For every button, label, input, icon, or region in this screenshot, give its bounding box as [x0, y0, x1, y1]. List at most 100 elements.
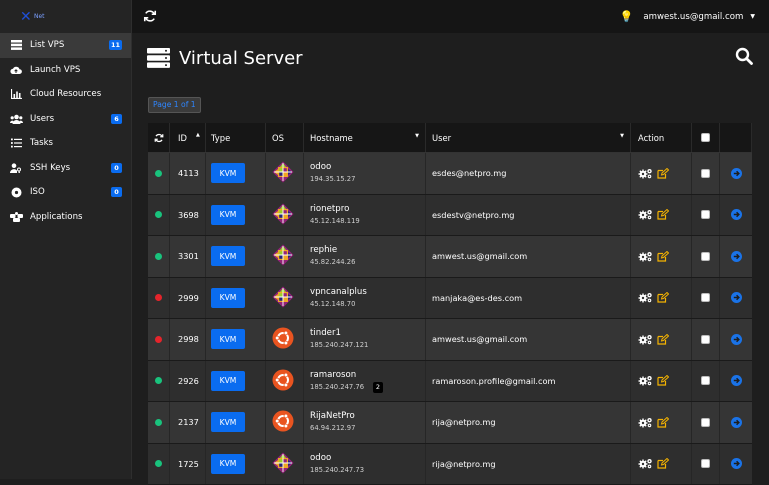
- vps-id[interactable]: 2926: [178, 376, 199, 386]
- table-row[interactable]: 3698KVMrionetpro45.12.148.119esdestv@net…: [148, 195, 752, 237]
- search-icon[interactable]: [735, 47, 753, 65]
- hostname[interactable]: tinder1: [310, 327, 368, 339]
- table-row[interactable]: 2998KVMtinder1185.240.247.121amwest.us@g…: [148, 319, 752, 361]
- pagination-info[interactable]: Page 1 of 1: [148, 97, 201, 113]
- header-id[interactable]: ID▲: [170, 123, 206, 152]
- hostname[interactable]: vpncanalplus: [310, 286, 367, 298]
- sidebar-item-cloud-resources[interactable]: Cloud Resources: [0, 82, 131, 107]
- vps-id[interactable]: 3301: [178, 251, 199, 261]
- hostname[interactable]: rephie: [310, 244, 355, 256]
- status-dot: [155, 211, 162, 218]
- hostname[interactable]: odoo: [310, 452, 364, 464]
- settings-icon[interactable]: [638, 251, 653, 262]
- vps-id[interactable]: 1725: [178, 459, 199, 469]
- arrow-right-icon[interactable]: [731, 292, 742, 303]
- table-row[interactable]: 3301KVMrephie45.82.244.26amwest.us@gmail…: [148, 236, 752, 278]
- sidebar-item-users[interactable]: Users6: [0, 107, 131, 132]
- row-checkbox[interactable]: [701, 293, 710, 302]
- row-checkbox[interactable]: [701, 418, 710, 427]
- ubuntu-logo-icon: [272, 327, 294, 351]
- settings-icon[interactable]: [638, 417, 653, 428]
- hostname[interactable]: odoo: [310, 161, 355, 173]
- sidebar-item-launch-vps[interactable]: Launch VPS: [0, 58, 131, 83]
- hostname[interactable]: ramaroson: [310, 369, 364, 381]
- settings-icon[interactable]: [638, 375, 653, 386]
- caret-down-icon[interactable]: ▼: [750, 13, 755, 20]
- user-email[interactable]: manjaka@es-des.com: [432, 293, 522, 303]
- header-user[interactable]: User▼: [426, 123, 631, 152]
- row-checkbox[interactable]: [701, 335, 710, 344]
- edit-icon[interactable]: [657, 209, 669, 220]
- settings-icon[interactable]: [638, 168, 653, 179]
- user-email[interactable]: rija@netpro.mg: [432, 459, 496, 469]
- edit-icon[interactable]: [657, 292, 669, 303]
- user-email[interactable]: esdes@netpro.mg: [432, 168, 506, 178]
- table-row[interactable]: 2926KVMramaroson185.240.247.762ramaroson…: [148, 361, 752, 403]
- status-dot: [155, 460, 162, 467]
- edit-icon[interactable]: [657, 251, 669, 262]
- hostname[interactable]: rionetpro: [310, 203, 360, 215]
- user-email[interactable]: amwest.us@gmail.com: [643, 12, 743, 22]
- arrow-right-icon[interactable]: [731, 417, 742, 428]
- arrow-right-icon[interactable]: [731, 251, 742, 262]
- vps-id[interactable]: 2137: [178, 417, 199, 427]
- count-badge: 0: [111, 187, 122, 197]
- header-os: OS: [266, 123, 304, 152]
- user-email[interactable]: rija@netpro.mg: [432, 417, 496, 427]
- type-badge: KVM: [211, 288, 245, 308]
- arrow-right-icon[interactable]: [731, 168, 742, 179]
- row-checkbox[interactable]: [701, 252, 710, 261]
- arrow-right-icon[interactable]: [731, 375, 742, 386]
- user-email[interactable]: ramaroson.profile@gmail.com: [432, 376, 556, 386]
- edit-icon[interactable]: [657, 168, 669, 179]
- edit-icon[interactable]: [657, 417, 669, 428]
- status-dot: [155, 377, 162, 384]
- user-email[interactable]: esdestv@netpro.mg: [432, 210, 515, 220]
- vps-id[interactable]: 2998: [178, 334, 199, 344]
- edit-icon[interactable]: [657, 334, 669, 345]
- sidebar-item-list-vps[interactable]: List VPS11: [0, 33, 131, 58]
- table-row[interactable]: 2999KVMvpncanalplus45.12.148.70manjaka@e…: [148, 278, 752, 320]
- sidebar-item-label: Users: [30, 114, 54, 124]
- type-badge: KVM: [211, 329, 245, 349]
- edit-icon[interactable]: [657, 375, 669, 386]
- arrow-right-icon[interactable]: [731, 209, 742, 220]
- table-row[interactable]: 2137 KVM RijaNetPro64.94.212.97 rija@netpro…: [148, 402, 752, 444]
- row-checkbox[interactable]: [701, 210, 710, 219]
- table-row[interactable]: 4113KVModoo194.35.15.27esdes@netpro.mg: [148, 153, 752, 195]
- type-badge: KVM: [211, 163, 245, 183]
- header-hostname[interactable]: Hostname▼: [304, 123, 426, 152]
- sidebar-item-ssh-keys[interactable]: SSH Keys0: [0, 156, 131, 181]
- settings-icon[interactable]: [638, 209, 653, 220]
- ip-address: 64.94.212.97: [310, 422, 355, 434]
- logo[interactable]: ✕ Net: [0, 0, 131, 33]
- sidebar-item-applications[interactable]: Applications: [0, 205, 131, 230]
- sidebar-item-label: ISO: [30, 187, 45, 197]
- server-icon: [146, 47, 171, 69]
- row-checkbox[interactable]: [701, 459, 710, 468]
- type-badge: KVM: [211, 412, 245, 432]
- row-checkbox[interactable]: [701, 169, 710, 178]
- vps-id[interactable]: 3698: [178, 210, 199, 220]
- select-all-checkbox[interactable]: [701, 133, 710, 142]
- settings-icon[interactable]: [638, 292, 653, 303]
- row-checkbox[interactable]: [701, 376, 710, 385]
- hostname[interactable]: RijaNetPro: [310, 410, 355, 422]
- sidebar-item-iso[interactable]: ISO 0: [0, 180, 131, 205]
- vps-id[interactable]: 2999: [178, 293, 199, 303]
- user-email[interactable]: amwest.us@gmail.com: [432, 334, 527, 344]
- settings-icon[interactable]: [638, 458, 653, 469]
- edit-icon[interactable]: [657, 458, 669, 469]
- header-type: Type: [206, 123, 266, 152]
- type-badge: KVM: [211, 246, 245, 266]
- settings-icon[interactable]: [638, 334, 653, 345]
- sidebar-item-tasks[interactable]: Tasks: [0, 131, 131, 156]
- vps-id[interactable]: 4113: [178, 168, 199, 178]
- refresh-table-icon[interactable]: [154, 133, 164, 143]
- arrow-right-icon[interactable]: [731, 334, 742, 345]
- cloud-upload-icon: [9, 64, 23, 75]
- arrow-right-icon[interactable]: [731, 458, 742, 469]
- lightbulb-icon[interactable]: 💡: [620, 10, 634, 23]
- user-email[interactable]: amwest.us@gmail.com: [432, 251, 527, 261]
- refresh-icon[interactable]: [143, 9, 157, 23]
